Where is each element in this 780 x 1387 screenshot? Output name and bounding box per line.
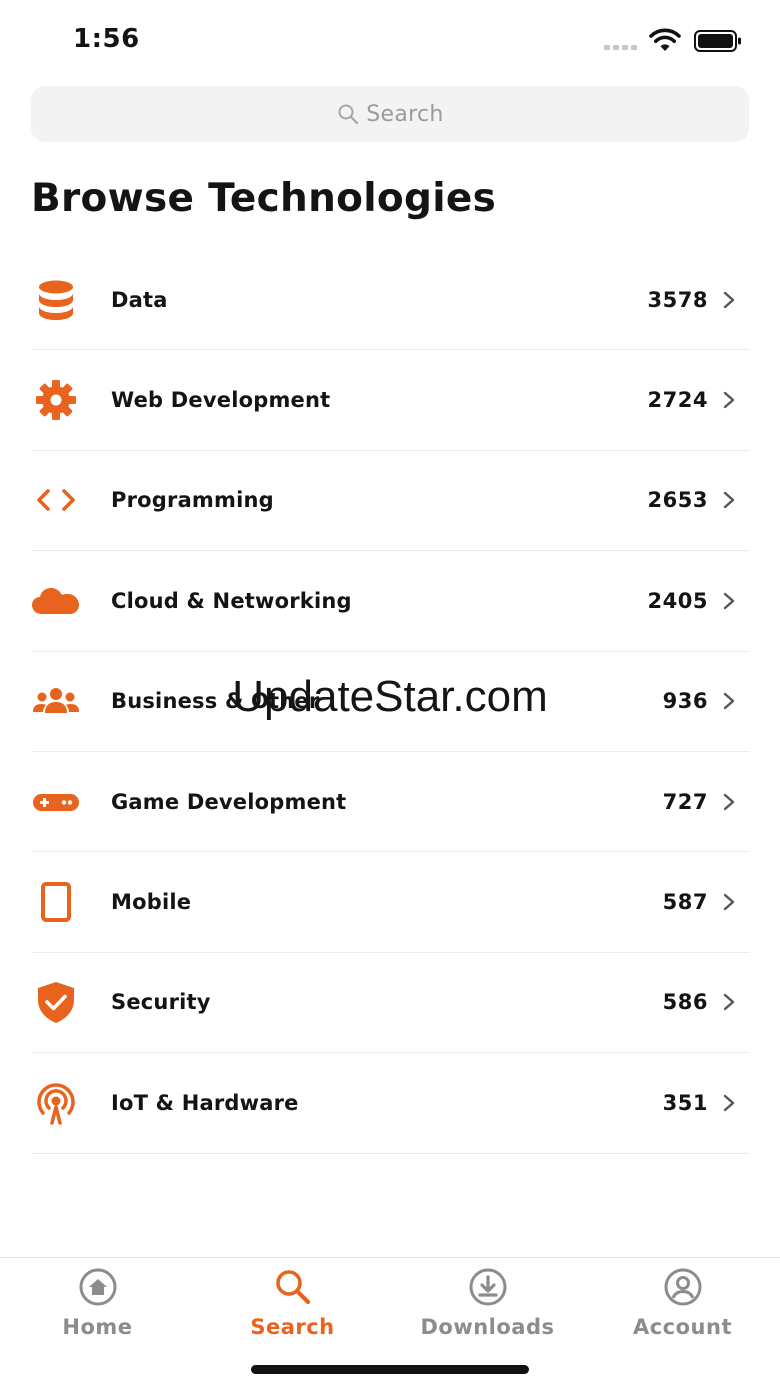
chevron-right-icon <box>723 693 735 710</box>
category-label: Mobile <box>111 890 192 915</box>
category-row-programming[interactable]: Programming 2653 <box>31 451 750 552</box>
category-row-cloud-networking[interactable]: Cloud & Networking 2405 <box>31 551 750 652</box>
chevron-right-icon <box>723 391 735 409</box>
gear-icon <box>36 380 76 421</box>
home-indicator <box>251 1365 529 1374</box>
category-label: Data <box>111 287 168 312</box>
category-row-business-other[interactable]: Business & Other 936 <box>31 652 750 752</box>
database-icon <box>39 280 73 320</box>
chevron-right-icon <box>723 793 735 810</box>
category-count: 351 <box>662 1090 708 1115</box>
category-list: Data 3578 Web Development 2724 Programmi… <box>31 250 750 1154</box>
tab-label: Account <box>632 1315 732 1339</box>
tab-home[interactable]: Home <box>0 1258 195 1387</box>
wifi-icon <box>649 28 681 51</box>
category-row-web-development[interactable]: Web Development 2724 <box>31 350 750 451</box>
page-title: Browse Technologies <box>31 176 497 221</box>
category-label: Cloud & Networking <box>111 588 352 613</box>
category-row-iot-hardware[interactable]: IoT & Hardware 351 <box>31 1053 750 1154</box>
tab-label: Search <box>250 1315 335 1339</box>
chevron-right-icon <box>723 291 735 308</box>
shield-check-icon <box>38 982 74 1024</box>
category-label: IoT & Hardware <box>111 1090 299 1115</box>
search-placeholder: Search <box>366 101 444 127</box>
tab-label: Home <box>62 1315 133 1339</box>
code-brackets-icon <box>37 489 75 512</box>
category-row-security[interactable]: Security 586 <box>31 953 750 1054</box>
category-label: Security <box>111 990 211 1015</box>
people-group-icon <box>33 688 79 714</box>
search-icon <box>338 104 359 125</box>
category-label: Business & Other <box>111 689 320 714</box>
home-icon <box>79 1268 116 1306</box>
category-count: 727 <box>662 789 708 814</box>
download-icon <box>469 1268 506 1306</box>
tab-account[interactable]: Account <box>585 1258 780 1387</box>
chevron-right-icon <box>723 893 735 911</box>
category-count: 2653 <box>647 488 708 513</box>
search-icon <box>275 1270 310 1305</box>
status-bar: 1:56 <box>0 0 780 80</box>
category-count: 3578 <box>647 287 708 312</box>
category-label: Game Development <box>111 789 347 814</box>
cloud-icon <box>32 587 79 614</box>
cellular-signal-icon <box>604 45 637 50</box>
chevron-right-icon <box>723 994 735 1011</box>
search-input[interactable]: Search <box>31 86 749 142</box>
chevron-right-icon <box>723 1094 735 1112</box>
category-count: 2724 <box>647 388 708 413</box>
category-count: 587 <box>662 890 708 915</box>
category-label: Programming <box>111 488 274 513</box>
tablet-icon <box>41 882 71 923</box>
category-count: 586 <box>662 990 708 1015</box>
category-row-mobile[interactable]: Mobile 587 <box>31 852 750 953</box>
category-row-data[interactable]: Data 3578 <box>31 250 750 351</box>
account-icon <box>664 1268 701 1306</box>
tab-label: Downloads <box>420 1315 555 1339</box>
category-row-game-development[interactable]: Game Development 727 <box>31 752 750 853</box>
chevron-right-icon <box>723 492 735 509</box>
category-count: 2405 <box>647 588 708 613</box>
broadcast-icon <box>37 1083 75 1125</box>
category-label: Web Development <box>111 388 331 413</box>
category-count: 936 <box>662 689 708 714</box>
gamepad-icon <box>33 793 79 811</box>
battery-icon <box>694 30 741 52</box>
status-time: 1:56 <box>73 24 140 54</box>
chevron-right-icon <box>723 592 735 610</box>
